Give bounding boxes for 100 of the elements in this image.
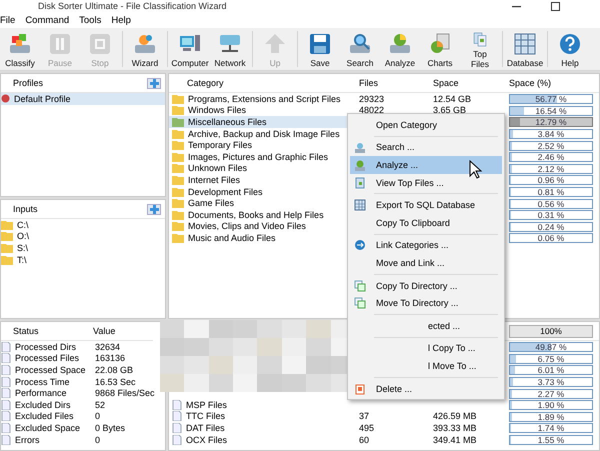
table-cell-text: 0	[95, 411, 102, 422]
help-icon	[557, 31, 583, 57]
menu-item[interactable]: l Copy To ...	[350, 340, 502, 358]
column-header[interactable]: 100%	[509, 324, 593, 338]
maximize-icon[interactable]	[551, 2, 560, 10]
menu-item[interactable]: Command	[25, 14, 80, 26]
profile-icon	[1, 94, 10, 104]
menu-item[interactable]: Search ...	[350, 138, 502, 156]
percent-text: 1.89 %	[536, 412, 566, 421]
toolbar-button[interactable]: Charts	[420, 28, 460, 70]
document-icon	[172, 434, 182, 445]
percent-text: 2.52 %	[536, 142, 566, 150]
minimize-icon[interactable]	[512, 4, 521, 8]
category-name[interactable]: Temporary Files	[188, 140, 252, 150]
table-cell-text: Performance	[15, 388, 68, 398]
category-name[interactable]: Development Files	[188, 186, 263, 197]
table-cell-text: 426.59 MB	[433, 411, 478, 422]
menu-item[interactable]: Move and Link ...	[350, 254, 502, 272]
mouse-pointer-icon	[469, 160, 482, 179]
table-cell-text: 3.65 GB	[433, 105, 468, 116]
table-cell-text: Processed Dirs	[15, 342, 78, 352]
category-name[interactable]: Windows Files	[188, 105, 246, 116]
folder-icon	[172, 174, 184, 185]
percent-text: 2.27 %	[536, 390, 566, 398]
document-icon	[1, 400, 11, 410]
column-header[interactable]: Files	[359, 78, 433, 88]
menu-item[interactable]: Help	[111, 14, 141, 26]
copy-icon	[354, 280, 366, 292]
category-name[interactable]: Movies, Clips and Video Files	[188, 221, 306, 232]
toolbar-button[interactable]: Computer	[170, 28, 210, 70]
table-cell-text: 0 Bytes	[95, 422, 126, 433]
column-header[interactable]: Value	[93, 326, 153, 336]
menu-item[interactable]: Export To SQL Database	[350, 196, 502, 214]
percent-text: 0.81 %	[536, 188, 566, 196]
menu-item[interactable]: Copy To Clipboard	[350, 214, 502, 232]
category-name[interactable]: Music and Audio Files	[188, 232, 276, 243]
table-cell-text: 12.54 GB	[433, 94, 472, 104]
toolbar-button[interactable]: Database	[505, 28, 545, 70]
toolbar-button[interactable]: Search	[340, 28, 380, 70]
percent-text: 1.74 %	[536, 424, 566, 432]
category-name[interactable]: Documents, Books and Help Files	[188, 210, 324, 220]
file-type-name[interactable]: TTC Files	[186, 411, 225, 422]
menu-item[interactable]: View Top Files ...	[350, 174, 502, 192]
table-cell-text: 0	[95, 434, 102, 445]
menu-item[interactable]: File	[0, 14, 26, 26]
folder-icon	[1, 231, 13, 242]
column-header[interactable]: Space (%)	[509, 78, 595, 88]
drive-item[interactable]: S:\	[17, 242, 28, 253]
category-name[interactable]: Miscellaneous Files	[188, 116, 267, 127]
menu-item[interactable]: Link Categories ...	[350, 236, 502, 254]
category-name[interactable]: Unknown Files	[188, 163, 248, 174]
folder-icon	[172, 94, 184, 104]
category-name[interactable]: Internet Files	[188, 174, 240, 185]
menu-item[interactable]: Move To Directory ...	[350, 294, 502, 312]
category-name[interactable]: Game Files	[188, 198, 234, 208]
drive-item[interactable]: O:\	[17, 231, 30, 242]
file-type-name[interactable]: DAT Files	[186, 422, 225, 433]
drive-item[interactable]: C:\	[17, 220, 29, 230]
category-name[interactable]: Images, Pictures and Graphic Files	[188, 152, 328, 162]
column-header[interactable]: Category	[187, 78, 359, 88]
database-icon	[354, 199, 366, 212]
document-icon	[1, 364, 11, 375]
menu-item[interactable]: Delete ...	[350, 380, 502, 398]
add-button[interactable]	[147, 78, 161, 88]
percent-text: 1.55 %	[536, 436, 566, 444]
toolbar-button[interactable]: Wizard	[125, 28, 165, 70]
column-header[interactable]: Space	[433, 78, 509, 88]
profile-item[interactable]: Default Profile	[1, 93, 165, 105]
percent-text: 49.87 %	[534, 343, 568, 352]
file-type-name[interactable]: OCX Files	[186, 434, 228, 445]
delete-icon	[354, 382, 366, 395]
document-icon	[1, 342, 11, 352]
table-cell-text: Excluded Dirs	[15, 400, 72, 410]
menu-item[interactable]: Copy To Directory ...	[350, 276, 502, 294]
percent-text: 3.84 %	[536, 130, 566, 138]
category-name[interactable]: Archive, Backup and Disk Image Files	[188, 128, 340, 139]
column-header[interactable]: Status	[13, 326, 93, 336]
category-name[interactable]: Programs, Extensions and Script Files	[188, 94, 341, 104]
toolbar-button[interactable]: Help	[550, 28, 590, 70]
table-cell-text: 16.53 Sec	[95, 376, 137, 387]
toolbar-button[interactable]: Classify	[0, 28, 40, 70]
add-button[interactable]	[147, 204, 161, 214]
toolbar-button[interactable]: Save	[300, 28, 340, 70]
link-icon	[354, 239, 366, 252]
toolbar-button[interactable]: Analyze	[380, 28, 420, 70]
menu-item[interactable]: Analyze ...	[350, 156, 502, 174]
table-cell-text: 393.33 MB	[433, 422, 478, 433]
menu-item[interactable]: ected ...	[350, 316, 502, 335]
table-cell-text: Process Time	[15, 376, 71, 387]
menu-item[interactable]: l Move To ...	[350, 357, 502, 375]
column-header: Profiles	[13, 78, 44, 88]
table-cell-text: 349.41 MB	[433, 434, 478, 445]
table-cell-text: 60	[359, 434, 370, 445]
folder-icon	[172, 152, 184, 162]
toolbar-button[interactable]: Top Files	[460, 28, 500, 70]
toolbar-button[interactable]: Network	[210, 28, 250, 70]
menu-item[interactable]: Tools	[79, 14, 112, 26]
drive-item[interactable]: T:\	[17, 254, 27, 265]
file-type-name[interactable]: MSP Files	[186, 400, 227, 410]
document-icon	[172, 411, 182, 422]
